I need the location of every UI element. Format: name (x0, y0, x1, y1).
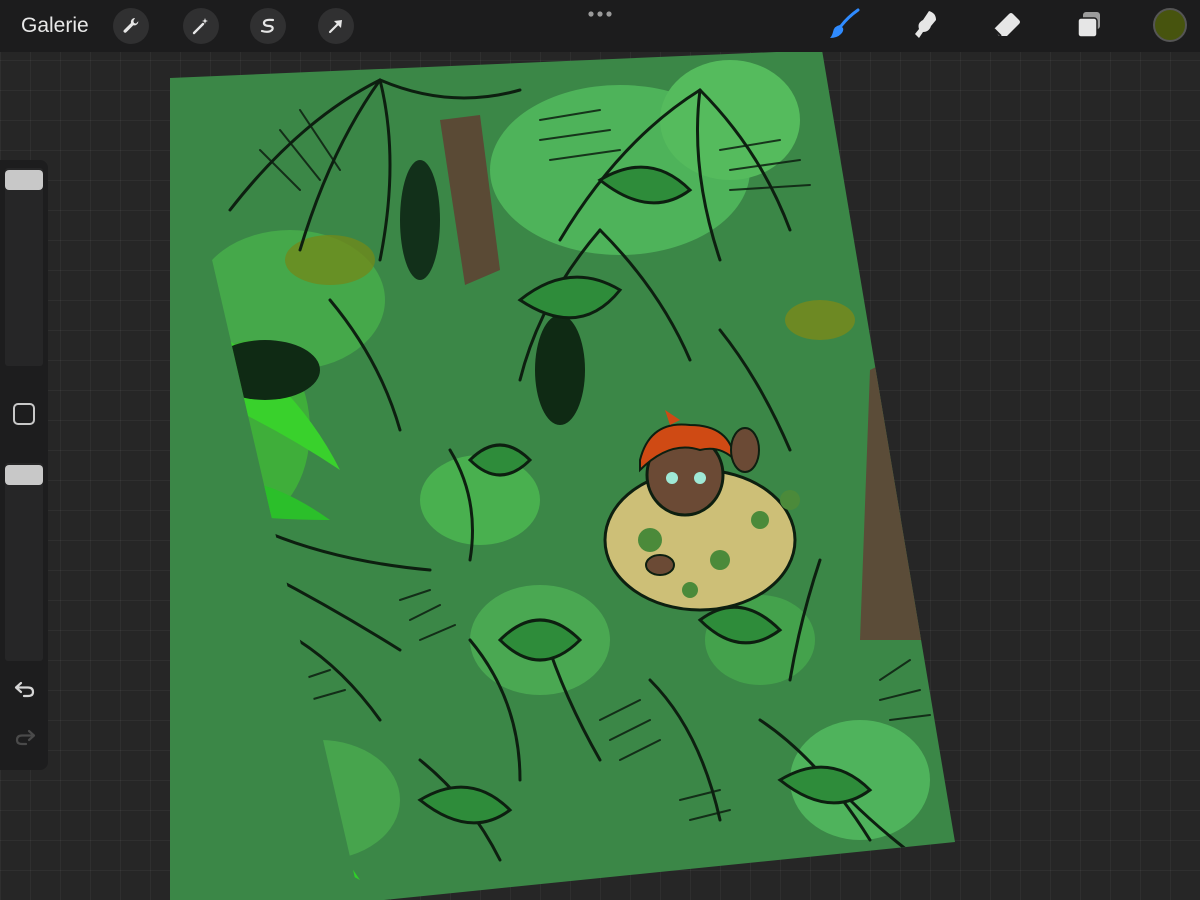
opacity-slider[interactable] (5, 463, 43, 661)
transform-button[interactable] (318, 8, 354, 44)
smudge-tool-button[interactable] (906, 8, 944, 44)
selection-icon (258, 16, 278, 36)
color-picker-button[interactable] (1153, 8, 1187, 42)
paint-tool-button[interactable] (826, 8, 864, 44)
brush-icon (828, 7, 862, 46)
magic-wand-icon (191, 16, 211, 36)
adjustments-button[interactable] (183, 8, 219, 44)
undo-icon (14, 680, 36, 703)
brush-size-slider-thumb[interactable] (5, 170, 43, 190)
artwork-jungle-illustration (170, 50, 955, 900)
procreate-app: Galerie (0, 0, 1200, 900)
more-dots-icon (587, 5, 613, 23)
eraser-icon (990, 7, 1024, 46)
arrow-cursor-icon (326, 16, 346, 36)
actions-button[interactable] (113, 8, 149, 44)
redo-button[interactable] (12, 728, 38, 750)
layers-button[interactable] (1070, 8, 1108, 44)
smudge-icon (909, 8, 941, 45)
drawing-canvas[interactable] (0, 0, 1200, 900)
more-options-button[interactable] (578, 4, 622, 24)
gallery-button[interactable]: Galerie (21, 13, 89, 39)
modify-button[interactable] (13, 403, 35, 425)
layers-icon (1074, 9, 1104, 44)
opacity-slider-thumb[interactable] (5, 465, 43, 485)
redo-icon (14, 728, 36, 751)
undo-button[interactable] (12, 680, 38, 702)
brush-size-slider[interactable] (5, 168, 43, 366)
selection-button[interactable] (250, 8, 286, 44)
wrench-icon (121, 16, 141, 36)
left-sidebar (0, 160, 48, 770)
eraser-tool-button[interactable] (988, 8, 1026, 44)
top-toolbar: Galerie (0, 0, 1200, 52)
